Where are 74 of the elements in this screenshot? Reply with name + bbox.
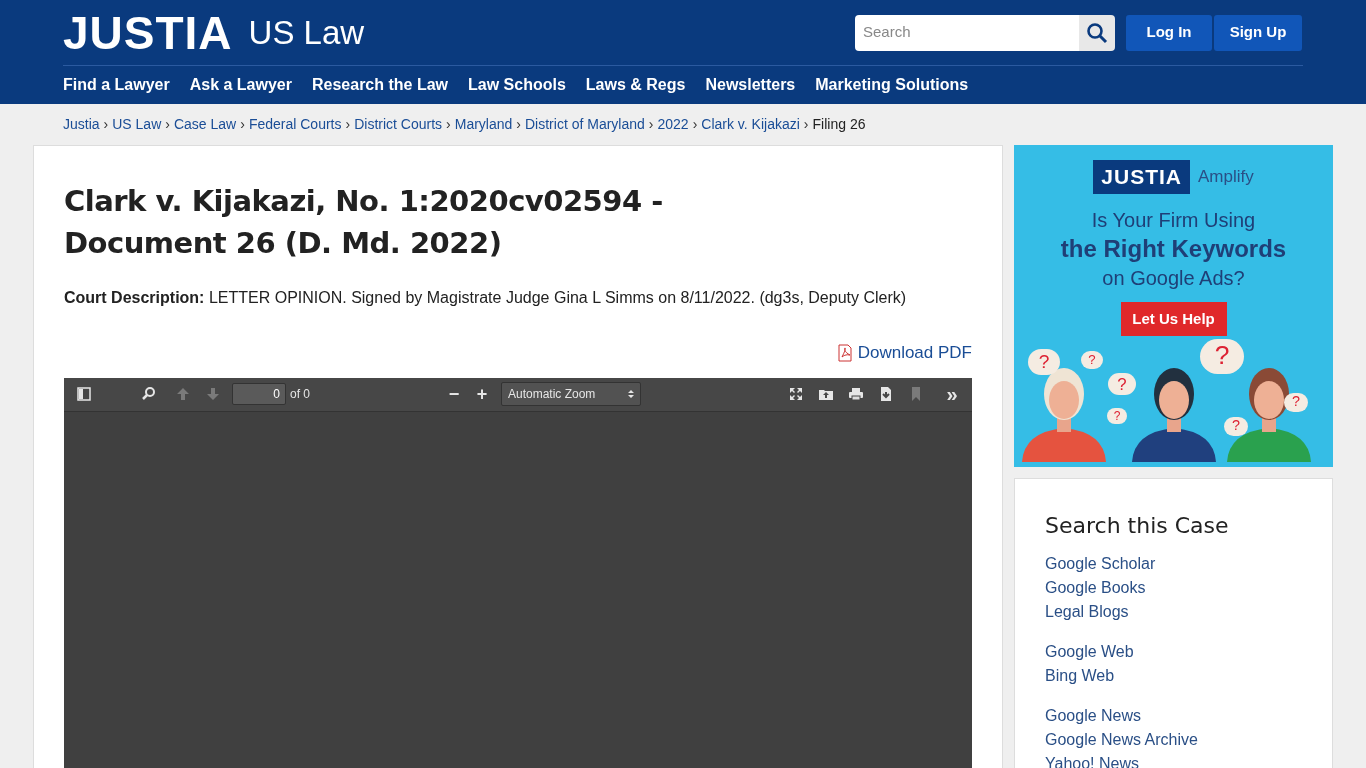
- question-bubble: ?: [1284, 392, 1308, 412]
- question-bubble: ?: [1107, 408, 1127, 425]
- nav-link[interactable]: Laws & Regs: [585, 73, 686, 97]
- search-link[interactable]: Bing Web: [1045, 664, 1302, 688]
- breadcrumb-link[interactable]: Justia: [63, 114, 100, 135]
- sidebar-heading: Search this Case: [1045, 512, 1230, 540]
- breadcrumb-separator: ›: [165, 115, 170, 134]
- document-title: Clark v. Kijakazi, No. 1:2020cv02594 -: [64, 183, 664, 220]
- breadcrumb-link[interactable]: 2022: [657, 114, 689, 135]
- search-link[interactable]: Google News: [1045, 704, 1302, 728]
- search-icon: [1086, 21, 1108, 44]
- question-bubble: ?: [1108, 372, 1136, 396]
- search-link[interactable]: Legal Blogs: [1045, 600, 1302, 624]
- advertisement-banner[interactable]: JUSTIA Amplify Is Your Firm Using the Right Keywords on Google Ads? Let Us Help ? ? ? ? ? ? ?: [1014, 145, 1333, 467]
- breadcrumb-separator: ›: [692, 115, 698, 134]
- search-link[interactable]: Google Web: [1045, 640, 1302, 664]
- search-link[interactable]: Google Scholar: [1045, 552, 1302, 576]
- search-link[interactable]: Google News Archive: [1045, 728, 1302, 752]
- search-link[interactable]: Google Books: [1045, 576, 1302, 600]
- breadcrumb-link[interactable]: US Law: [112, 114, 162, 135]
- breadcrumb-separator: ›: [103, 115, 109, 134]
- question-bubble: ?: [1200, 338, 1244, 374]
- nav-link[interactable]: Law Schools: [468, 73, 566, 97]
- search-field[interactable]: Search: [855, 14, 1079, 51]
- document-title: Document 26 (D. Md. 2022): [64, 225, 503, 262]
- question-bubble: ?: [1028, 349, 1060, 375]
- ad-logo: JUSTIA: [1093, 160, 1190, 194]
- printer-icon: [848, 386, 864, 402]
- signup-button[interactable]: Sign Up: [1214, 14, 1302, 51]
- ad-product-name: Amplify: [1197, 166, 1254, 188]
- page-count: of 0: [290, 386, 310, 403]
- zoom-in-button[interactable]: +: [468, 380, 496, 408]
- breadcrumb-separator: ›: [345, 115, 351, 134]
- download-pdf-link[interactable]: Download PDF: [835, 340, 972, 366]
- breadcrumb-separator: ›: [648, 115, 654, 134]
- sidebar-toggle-icon: [76, 386, 92, 402]
- search-button[interactable]: [1079, 14, 1115, 51]
- breadcrumb-current: Filing 26: [812, 115, 866, 134]
- question-bubble: ?: [1224, 416, 1248, 436]
- zoom-out-button[interactable]: −: [440, 380, 468, 408]
- breadcrumb-separator: ›: [240, 115, 245, 134]
- ad-cta-button[interactable]: Let Us Help: [1120, 301, 1227, 337]
- ad-headline: on Google Ads?: [1102, 265, 1245, 291]
- nav-link[interactable]: Ask a Lawyer: [189, 73, 292, 97]
- ad-headline: the Right Keywords: [1060, 233, 1287, 264]
- breadcrumb-link[interactable]: Case Law: [173, 114, 237, 135]
- nav-link[interactable]: Newsletters: [705, 73, 796, 97]
- breadcrumb-link[interactable]: District of Maryland: [525, 114, 645, 135]
- breadcrumb-link[interactable]: Clark v. Kijakazi: [701, 114, 800, 135]
- nav-link[interactable]: Research the Law: [312, 73, 449, 97]
- fullscreen-icon: [788, 386, 804, 402]
- select-arrows-icon: [628, 389, 634, 399]
- ad-headline: Is Your Firm Using: [1091, 207, 1256, 233]
- section-title: US Law: [248, 16, 365, 49]
- breadcrumb-separator: ›: [803, 115, 809, 134]
- breadcrumb-separator: ›: [516, 115, 521, 134]
- page-number-field[interactable]: 0: [232, 383, 286, 405]
- breadcrumb-link[interactable]: Maryland: [454, 114, 513, 135]
- down-arrow-icon: [205, 386, 221, 402]
- site-logo[interactable]: JUSTIA: [63, 9, 233, 56]
- more-tools-button[interactable]: »: [937, 384, 967, 404]
- search-icon: [141, 386, 157, 402]
- login-button[interactable]: Log In: [1126, 14, 1212, 51]
- nav-link[interactable]: Marketing Solutions: [815, 73, 969, 97]
- zoom-select[interactable]: Automatic Zoom: [501, 382, 641, 406]
- breadcrumb-link[interactable]: Federal Courts: [248, 114, 342, 135]
- pdf-file-icon: [835, 343, 854, 362]
- question-bubble: ?: [1081, 351, 1103, 369]
- breadcrumb-separator: ›: [446, 115, 451, 134]
- nav-link[interactable]: Find a Lawyer: [63, 73, 170, 97]
- download-icon: [878, 386, 894, 402]
- court-description: Court Description: LETTER OPINION. Signed by Magistrate Judge Gina L Simms on 8/11/2022. (dg3s, Deputy Clerk): [64, 288, 908, 308]
- up-arrow-icon: [175, 386, 191, 402]
- breadcrumb-link[interactable]: District Courts: [354, 114, 443, 135]
